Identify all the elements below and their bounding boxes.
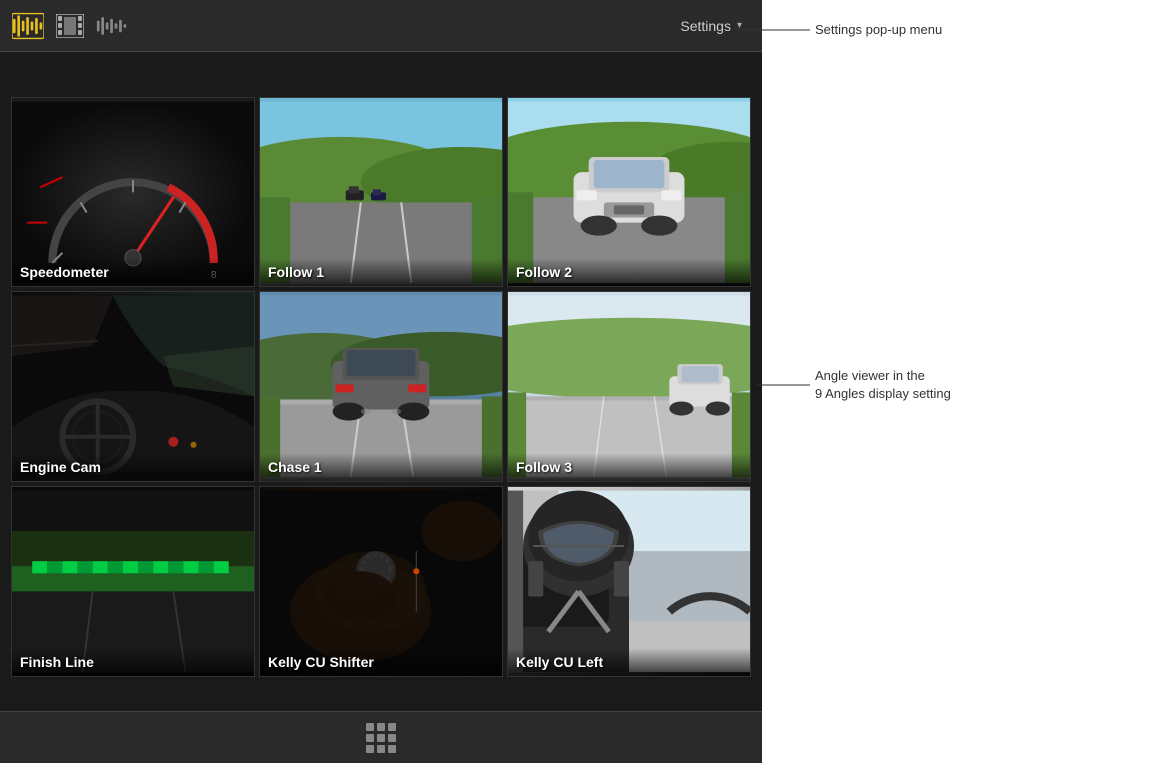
toolbar-left xyxy=(12,10,128,42)
video-cell-follow3[interactable]: Follow 3 xyxy=(507,291,751,482)
grid-dot xyxy=(366,745,374,753)
video-cell-speedometer[interactable]: 0 8 Speedometer xyxy=(11,97,255,288)
follow3-label: Follow 3 xyxy=(508,453,750,481)
settings-label: Settings xyxy=(680,18,731,34)
chase-label: Chase 1 xyxy=(260,453,502,481)
grid-dot xyxy=(388,723,396,731)
follow2-label: Follow 2 xyxy=(508,258,750,286)
video-cell-chase[interactable]: Chase 1 xyxy=(259,291,503,482)
follow1-label: Follow 1 xyxy=(260,258,502,286)
video-grid: 0 8 Speedometer xyxy=(11,97,751,677)
speedometer-label: Speedometer xyxy=(12,258,254,286)
grid-dot xyxy=(366,723,374,731)
video-cell-finish-line[interactable]: Finish Line xyxy=(11,486,255,677)
grid-view-icon[interactable] xyxy=(366,723,396,753)
video-cell-engine-cam[interactable]: Engine Cam xyxy=(11,291,255,482)
annotation-area xyxy=(762,0,1165,763)
bottom-bar xyxy=(0,711,762,763)
video-cell-follow2[interactable]: Follow 2 xyxy=(507,97,751,288)
main-panel: Settings ▾ xyxy=(0,0,762,763)
grid-dot xyxy=(388,734,396,742)
content-area: 0 8 Speedometer xyxy=(0,52,762,711)
waveform-active-icon[interactable] xyxy=(12,10,44,42)
toolbar: Settings ▾ xyxy=(0,0,762,52)
grid-dot xyxy=(388,745,396,753)
grid-dot xyxy=(377,723,385,731)
finish-line-label: Finish Line xyxy=(12,648,254,676)
filmstrip-icon[interactable] xyxy=(54,10,86,42)
grid-dot xyxy=(377,734,385,742)
settings-button[interactable]: Settings ▾ xyxy=(672,14,750,38)
video-cell-kelly-shifter[interactable]: Kelly CU Shifter xyxy=(259,486,503,677)
grid-dot xyxy=(366,734,374,742)
kelly-left-label: Kelly CU Left xyxy=(508,648,750,676)
chevron-down-icon: ▾ xyxy=(737,20,742,31)
engine-cam-label: Engine Cam xyxy=(12,453,254,481)
video-cell-kelly-left[interactable]: Kelly CU Left xyxy=(507,486,751,677)
grid-dot xyxy=(377,745,385,753)
kelly-shifter-label: Kelly CU Shifter xyxy=(260,648,502,676)
video-cell-follow1[interactable]: Follow 1 xyxy=(259,97,503,288)
waveform-gray-icon[interactable] xyxy=(96,10,128,42)
